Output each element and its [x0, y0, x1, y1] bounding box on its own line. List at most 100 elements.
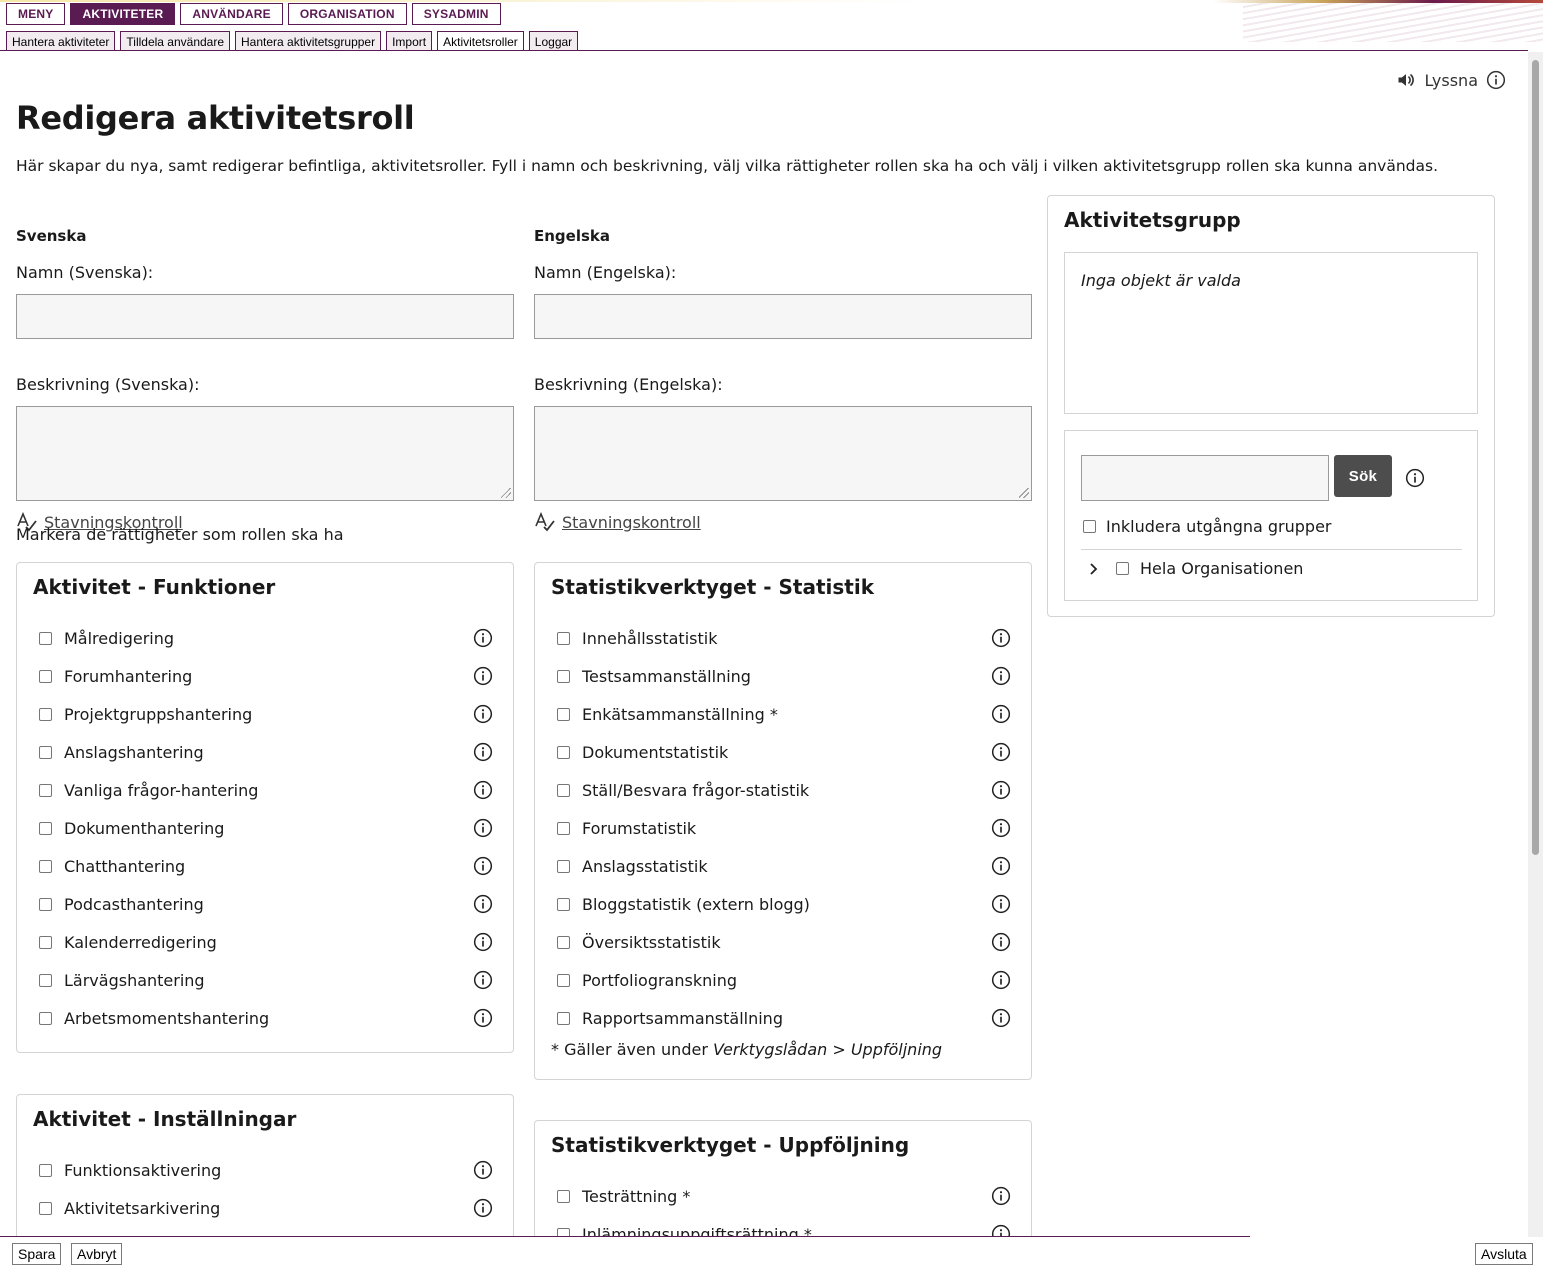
permission-row[interactable]: Arbetsmomentshantering: [17, 999, 513, 1037]
permission-label[interactable]: Kalenderredigering: [64, 933, 217, 952]
include-expired-row[interactable]: Inkludera utgångna grupper: [1081, 517, 1332, 536]
info-icon[interactable]: [991, 742, 1011, 762]
permission-label[interactable]: Vanliga frågor-hantering: [64, 781, 258, 800]
permission-label[interactable]: Rapportsammanställning: [582, 1009, 783, 1028]
permission-checkbox[interactable]: [557, 669, 570, 683]
info-icon[interactable]: [991, 1008, 1011, 1028]
info-icon[interactable]: [991, 970, 1011, 990]
permission-label[interactable]: Projektgruppshantering: [64, 705, 252, 724]
permission-row[interactable]: Dokumenthantering: [17, 809, 513, 847]
info-icon[interactable]: [473, 818, 493, 838]
permission-label[interactable]: Testsammanställning: [582, 667, 751, 686]
permission-checkbox[interactable]: [557, 1227, 570, 1236]
tab-aktivitetsroller[interactable]: Aktivitetsroller: [437, 31, 524, 51]
permission-label[interactable]: Arbetsmomentshantering: [64, 1009, 269, 1028]
permission-row[interactable]: Inlämningsuppgiftsrättning *: [535, 1215, 1031, 1236]
info-icon[interactable]: [991, 704, 1011, 724]
nav-aktiviteter[interactable]: AKTIVITETER: [70, 3, 176, 25]
nav-organisation[interactable]: ORGANISATION: [287, 3, 407, 25]
permission-checkbox[interactable]: [39, 631, 52, 645]
info-icon[interactable]: [473, 742, 493, 762]
permission-row[interactable]: Anslagshantering: [17, 733, 513, 771]
info-icon[interactable]: [991, 932, 1011, 952]
permission-row[interactable]: Översiktsstatistik: [535, 923, 1031, 961]
include-expired-label[interactable]: Inkludera utgångna grupper: [1106, 517, 1332, 536]
permission-checkbox[interactable]: [39, 1201, 52, 1215]
info-icon[interactable]: [473, 894, 493, 914]
permission-row[interactable]: Vanliga frågor-hantering: [17, 771, 513, 809]
permission-checkbox[interactable]: [557, 707, 570, 721]
permission-row[interactable]: Testsammanställning: [535, 657, 1031, 695]
permission-row[interactable]: Podcasthantering: [17, 885, 513, 923]
permission-row[interactable]: Kalenderredigering: [17, 923, 513, 961]
save-button[interactable]: Spara: [12, 1243, 62, 1265]
permission-label[interactable]: Lärvägshantering: [64, 971, 205, 990]
close-button[interactable]: Avsluta: [1475, 1243, 1533, 1265]
tab-hantera-aktiviteter[interactable]: Hantera aktiviteter: [6, 31, 116, 51]
spellcheck-en-link[interactable]: Stavningskontroll: [562, 513, 701, 532]
resize-handle[interactable]: [501, 488, 511, 498]
permission-label[interactable]: Forumstatistik: [582, 819, 696, 838]
info-icon[interactable]: [1486, 70, 1506, 90]
permission-row[interactable]: Chatthantering: [17, 847, 513, 885]
listen-label[interactable]: Lyssna: [1424, 71, 1478, 90]
permission-row[interactable]: Forumhantering: [17, 657, 513, 695]
nav-sysadmin[interactable]: SYSADMIN: [411, 3, 501, 25]
info-icon[interactable]: [473, 628, 493, 648]
permission-checkbox[interactable]: [39, 669, 52, 683]
permission-checkbox[interactable]: [39, 859, 52, 873]
info-icon[interactable]: [991, 780, 1011, 800]
permission-checkbox[interactable]: [557, 821, 570, 835]
tab-import[interactable]: Import: [386, 31, 433, 51]
desc-en-textarea[interactable]: [534, 406, 1032, 501]
permission-checkbox[interactable]: [39, 707, 52, 721]
permission-label[interactable]: Aktivitetsarkivering: [64, 1199, 220, 1218]
info-icon[interactable]: [473, 970, 493, 990]
permission-label[interactable]: Testrättning *: [582, 1187, 690, 1206]
info-icon[interactable]: [991, 1224, 1011, 1236]
permission-row[interactable]: Projektgruppshantering: [17, 695, 513, 733]
permission-checkbox[interactable]: [39, 783, 52, 797]
permission-checkbox[interactable]: [557, 745, 570, 759]
info-icon[interactable]: [473, 932, 493, 952]
tree-root-checkbox[interactable]: [1116, 562, 1129, 575]
permission-checkbox[interactable]: [557, 1189, 570, 1203]
tree-root-row[interactable]: Hela Organisationen: [1081, 559, 1303, 578]
chevron-right-icon[interactable]: [1087, 562, 1101, 576]
permission-checkbox[interactable]: [557, 859, 570, 873]
permission-checkbox[interactable]: [557, 783, 570, 797]
permission-row[interactable]: Rapportsammanställning: [535, 999, 1031, 1037]
permission-checkbox[interactable]: [39, 1163, 52, 1177]
permission-label[interactable]: Bloggstatistik (extern blogg): [582, 895, 810, 914]
permission-checkbox[interactable]: [39, 821, 52, 835]
permission-label[interactable]: Inlämningsuppgiftsrättning *: [582, 1225, 812, 1237]
permission-row[interactable]: Testrättning *: [535, 1177, 1031, 1215]
permission-label[interactable]: Podcasthantering: [64, 895, 204, 914]
permission-label[interactable]: Enkätsammanställning *: [582, 705, 778, 724]
permission-label[interactable]: Forumhantering: [64, 667, 192, 686]
info-icon[interactable]: [991, 666, 1011, 686]
tree-root-label[interactable]: Hela Organisationen: [1140, 559, 1303, 578]
permission-label[interactable]: Dokumentstatistik: [582, 743, 728, 762]
permission-checkbox[interactable]: [557, 935, 570, 949]
permission-checkbox[interactable]: [39, 973, 52, 987]
vertical-scrollbar[interactable]: [1528, 52, 1543, 1237]
permission-checkbox[interactable]: [557, 631, 570, 645]
tab-hantera-aktivitetsgrupper[interactable]: Hantera aktivitetsgrupper: [235, 31, 382, 51]
permission-row[interactable]: Enkätsammanställning *: [535, 695, 1031, 733]
permission-label[interactable]: Anslagsstatistik: [582, 857, 708, 876]
permission-label[interactable]: Ställ/Besvara frågor-statistik: [582, 781, 809, 800]
permission-row[interactable]: Innehållsstatistik: [535, 619, 1031, 657]
permission-row[interactable]: Funktionsaktivering: [17, 1151, 513, 1189]
info-icon[interactable]: [991, 856, 1011, 876]
permission-row[interactable]: Portfoliogranskning: [535, 961, 1031, 999]
name-sv-input[interactable]: [16, 294, 514, 339]
spellcheck-en[interactable]: Stavningskontroll: [534, 512, 1032, 532]
include-expired-checkbox[interactable]: [1083, 520, 1096, 533]
permission-row[interactable]: Anslagsstatistik: [535, 847, 1031, 885]
name-en-input[interactable]: [534, 294, 1032, 339]
info-icon[interactable]: [991, 894, 1011, 914]
permission-checkbox[interactable]: [557, 897, 570, 911]
permission-row[interactable]: Forumstatistik: [535, 809, 1031, 847]
info-icon[interactable]: [1405, 468, 1425, 488]
